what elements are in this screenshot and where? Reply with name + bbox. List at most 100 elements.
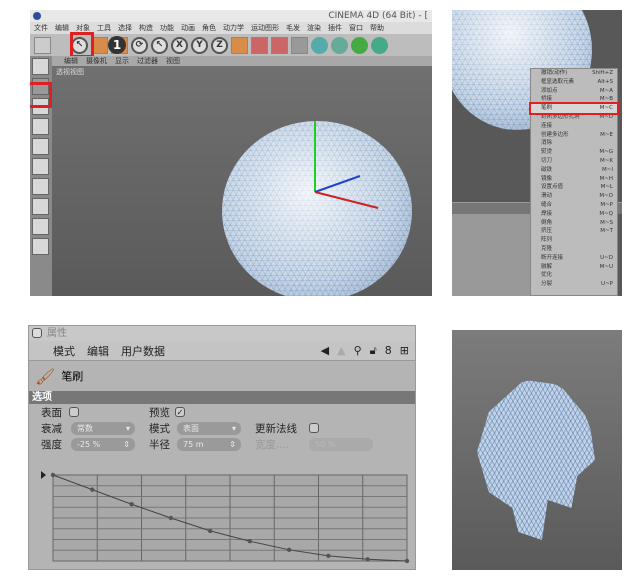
context-menu-item[interactable]: 断开连接 U~D bbox=[531, 254, 617, 263]
up-arrow-icon[interactable]: ▲ bbox=[337, 344, 345, 358]
quantize-icon[interactable] bbox=[32, 238, 49, 255]
y-axis-button[interactable]: Y bbox=[191, 36, 208, 54]
context-menu-item[interactable]: 设置点值 M~L bbox=[531, 183, 617, 192]
context-menu-item[interactable]: 封闭多边形孔洞 M~D bbox=[531, 113, 617, 122]
surface-checkbox[interactable] bbox=[69, 407, 79, 417]
menu-item[interactable]: 毛发 bbox=[286, 22, 300, 34]
context-menu-item[interactable]: 焊接 M~Q bbox=[531, 210, 617, 219]
model-mode-icon[interactable] bbox=[32, 58, 49, 75]
menu-item[interactable]: 编辑 bbox=[55, 22, 69, 34]
menu-item[interactable]: 角色 bbox=[202, 22, 216, 34]
radius-input[interactable]: 75 m ⇕ bbox=[177, 438, 241, 451]
viewport-menu-item[interactable]: 编辑 bbox=[64, 56, 78, 66]
item-shortcut: Shift+Z bbox=[592, 70, 613, 76]
coordinate-icon[interactable] bbox=[231, 36, 248, 54]
context-menu-item[interactable]: 框显选取元素 Alt+S bbox=[531, 78, 617, 87]
curve-point[interactable] bbox=[168, 515, 174, 521]
new-panel-icon[interactable]: ⊞ bbox=[400, 344, 409, 358]
menu-item[interactable]: 构造 bbox=[139, 22, 153, 34]
curve-point[interactable] bbox=[207, 528, 213, 534]
menu-item[interactable]: 功能 bbox=[160, 22, 174, 34]
curve-point[interactable] bbox=[365, 557, 370, 562]
context-menu-item[interactable]: 倒角 M~S bbox=[531, 219, 617, 228]
context-menu-item[interactable]: 创建多边形 M~E bbox=[531, 131, 617, 140]
context-menu-item[interactable]: 笔刷 M~C bbox=[529, 102, 619, 115]
nurbs-icon[interactable] bbox=[351, 36, 368, 54]
curve-point[interactable] bbox=[50, 472, 56, 478]
curve-point[interactable] bbox=[286, 547, 292, 553]
context-menu-item[interactable]: 连接 bbox=[531, 122, 617, 131]
render-picture-icon[interactable] bbox=[271, 36, 288, 54]
curve-point[interactable] bbox=[90, 487, 95, 492]
render-view-icon[interactable] bbox=[251, 36, 268, 54]
lock-icon[interactable]: 🔓︎ bbox=[370, 344, 377, 358]
search-icon[interactable]: ⚲ bbox=[354, 344, 362, 358]
z-axis-button[interactable]: Z bbox=[211, 36, 228, 54]
perspective-viewport[interactable]: 透视视图 bbox=[52, 66, 432, 296]
menu-item[interactable]: 文件 bbox=[34, 22, 48, 34]
curve-point[interactable] bbox=[129, 502, 134, 507]
polygons-mode-icon[interactable] bbox=[32, 178, 49, 195]
select-icon[interactable]: ↖ bbox=[151, 36, 168, 54]
context-menu-item[interactable]: 优化 bbox=[531, 271, 617, 280]
menu-item[interactable]: 动力学 bbox=[223, 22, 244, 34]
falloff-curve-graph[interactable] bbox=[39, 469, 411, 565]
curve-point[interactable] bbox=[326, 553, 331, 559]
menu-item[interactable]: 动画 bbox=[181, 22, 195, 34]
viewport-menu-item[interactable]: 视图 bbox=[166, 56, 180, 66]
viewport-menu-item[interactable]: 过滤器 bbox=[137, 56, 158, 66]
falloff-dropdown[interactable]: 常数 ▾ bbox=[71, 422, 135, 435]
render-settings-icon[interactable] bbox=[291, 36, 308, 54]
uv-icon[interactable] bbox=[32, 198, 49, 215]
points-mode-icon[interactable] bbox=[32, 138, 49, 155]
snap-icon[interactable] bbox=[32, 218, 49, 235]
menu-item[interactable]: 插件 bbox=[328, 22, 342, 34]
context-menu-item[interactable]: 消除 bbox=[531, 139, 617, 148]
array-icon[interactable] bbox=[371, 36, 388, 54]
menu-user-data[interactable]: 用户数据 bbox=[121, 343, 165, 359]
context-menu-item[interactable]: 添加点 M~A bbox=[531, 87, 617, 96]
menu-mode[interactable]: 模式 bbox=[53, 343, 75, 359]
rotate-icon[interactable]: ⟳ bbox=[131, 36, 148, 54]
cube-icon[interactable] bbox=[311, 36, 328, 54]
x-axis-button[interactable]: X bbox=[171, 36, 188, 54]
menu-item[interactable]: 工具 bbox=[97, 22, 111, 34]
context-menu-item[interactable]: 阵列 bbox=[531, 236, 617, 245]
edges-mode-icon[interactable] bbox=[32, 158, 49, 175]
curve-point[interactable] bbox=[404, 558, 410, 564]
curve-point[interactable] bbox=[247, 539, 253, 544]
viewport-menu-item[interactable]: 显示 bbox=[115, 56, 129, 66]
context-menu-item[interactable]: 磁铁 M~I bbox=[531, 166, 617, 175]
mode-dropdown[interactable]: 表面 ▾ bbox=[177, 422, 241, 435]
menu-item[interactable]: 帮助 bbox=[370, 22, 384, 34]
context-menu-item[interactable]: 挤压 M~T bbox=[531, 227, 617, 236]
context-menu-item[interactable]: 熨烫 M~G bbox=[531, 148, 617, 157]
strength-value: -25 % bbox=[77, 440, 101, 449]
undo-icon[interactable] bbox=[34, 36, 51, 54]
menu-item[interactable]: 渲染 bbox=[307, 22, 321, 34]
axis-gizmo[interactable] bbox=[52, 66, 432, 296]
context-menu-item[interactable]: 融解 M~U bbox=[531, 263, 617, 272]
menu-edit[interactable]: 编辑 bbox=[87, 343, 109, 359]
spline-icon[interactable] bbox=[331, 36, 348, 54]
preview-checkbox[interactable]: ✓ bbox=[175, 407, 185, 417]
context-menu-item[interactable]: 桥接 M~B bbox=[531, 95, 617, 104]
context-menu-item[interactable]: 切刀 M~K bbox=[531, 157, 617, 166]
context-menu-item[interactable]: 克隆 bbox=[531, 245, 617, 254]
link-icon[interactable]: 8 bbox=[385, 344, 392, 358]
back-arrow-icon[interactable]: ◀ bbox=[321, 344, 329, 358]
menu-item[interactable]: 窗口 bbox=[349, 22, 363, 34]
context-menu-item[interactable]: 分裂 U~P bbox=[531, 280, 617, 289]
context-menu-item[interactable]: 撤销(动作) Shift+Z bbox=[531, 69, 617, 78]
panel-icon bbox=[32, 328, 42, 338]
viewport-menu-item[interactable]: 摄像机 bbox=[86, 56, 107, 66]
strength-input[interactable]: -25 % ⇕ bbox=[71, 438, 135, 451]
context-menu-item[interactable]: 缝合 M~P bbox=[531, 201, 617, 210]
graph-arrow-icon[interactable] bbox=[41, 471, 46, 479]
context-menu-item[interactable]: 镜像 M~H bbox=[531, 175, 617, 184]
menu-item[interactable]: 选择 bbox=[118, 22, 132, 34]
axis-icon[interactable] bbox=[32, 118, 49, 135]
context-menu-item[interactable]: 滑动 M~O bbox=[531, 192, 617, 201]
update-normals-checkbox[interactable] bbox=[309, 423, 319, 433]
menu-item[interactable]: 运动图形 bbox=[251, 22, 279, 34]
